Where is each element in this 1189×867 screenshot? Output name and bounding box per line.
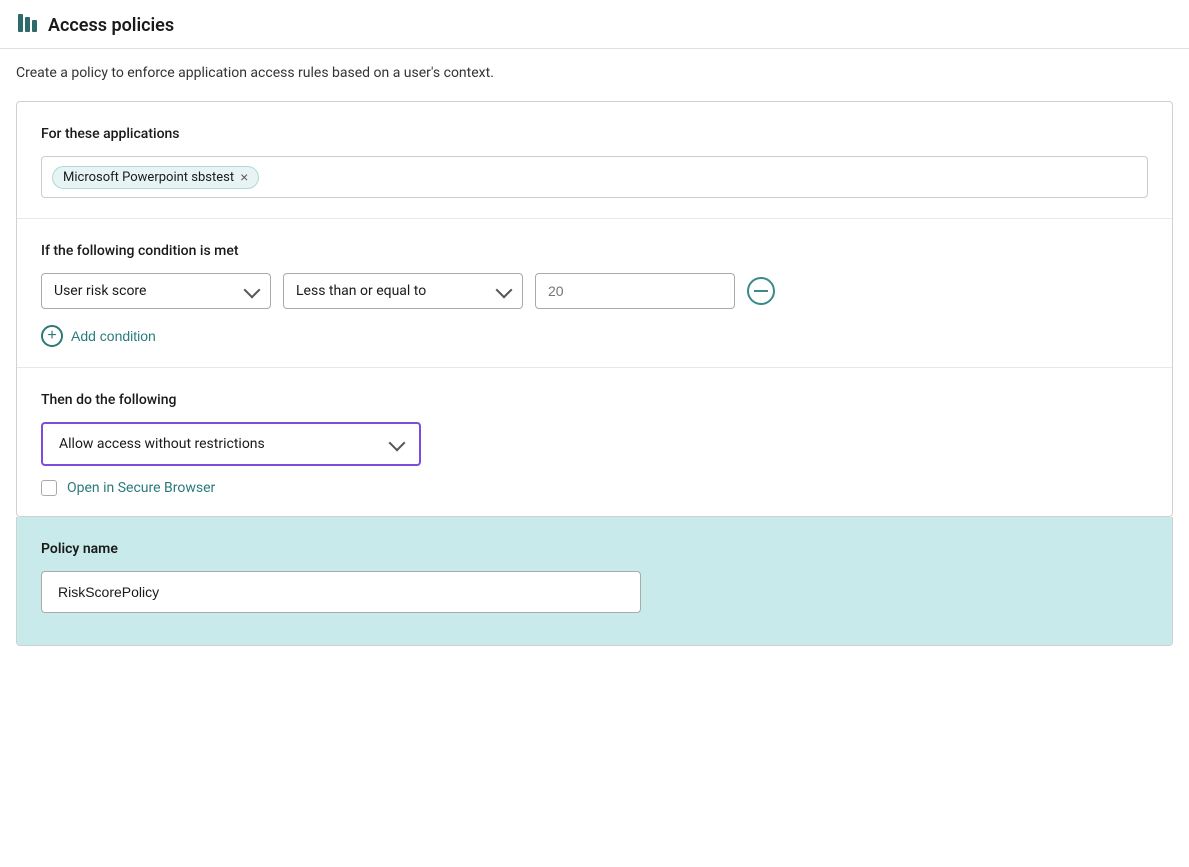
minus-icon xyxy=(754,290,768,292)
app-tag: Microsoft Powerpoint sbstest × xyxy=(52,166,259,189)
action-section: Then do the following Allow access witho… xyxy=(17,368,1172,516)
condition-type-dropdown[interactable]: User risk score xyxy=(41,273,271,309)
policy-name-input[interactable] xyxy=(41,571,641,613)
page-header: Access policies xyxy=(0,0,1189,49)
page-description: Create a policy to enforce application a… xyxy=(0,49,1189,101)
operator-chevron-icon xyxy=(496,281,513,298)
condition-type-value: User risk score xyxy=(54,283,146,299)
threshold-input[interactable] xyxy=(535,273,735,309)
secure-browser-label[interactable]: Open in Secure Browser xyxy=(67,480,215,496)
action-value: Allow access without restrictions xyxy=(59,436,265,452)
app-tag-remove-button[interactable]: × xyxy=(240,170,248,184)
app-tags-container[interactable]: Microsoft Powerpoint sbstest × xyxy=(41,156,1148,198)
policy-name-label: Policy name xyxy=(41,541,1148,557)
app-tag-name: Microsoft Powerpoint sbstest xyxy=(63,170,234,185)
secure-browser-checkbox[interactable] xyxy=(41,480,57,496)
add-condition-label: Add condition xyxy=(71,328,156,344)
policy-name-section: Policy name xyxy=(16,517,1173,646)
action-chevron-icon xyxy=(389,434,406,451)
add-condition-icon: + xyxy=(41,325,63,347)
condition-type-chevron-icon xyxy=(244,281,261,298)
condition-section: If the following condition is met User r… xyxy=(17,219,1172,368)
add-condition-button[interactable]: + Add condition xyxy=(41,325,156,347)
remove-condition-button[interactable] xyxy=(747,277,775,305)
page-title: Access policies xyxy=(48,15,174,36)
condition-row: User risk score Less than or equal to xyxy=(41,273,1148,309)
operator-value: Less than or equal to xyxy=(296,283,426,299)
action-dropdown[interactable]: Allow access without restrictions xyxy=(41,422,421,466)
policy-card: For these applications Microsoft Powerpo… xyxy=(16,101,1173,517)
applications-label: For these applications xyxy=(41,126,1148,142)
operator-dropdown[interactable]: Less than or equal to xyxy=(283,273,523,309)
action-label: Then do the following xyxy=(41,392,1148,408)
secure-browser-row: Open in Secure Browser xyxy=(41,480,1148,496)
condition-label: If the following condition is met xyxy=(41,243,1148,259)
applications-section: For these applications Microsoft Powerpo… xyxy=(17,102,1172,219)
access-policies-icon xyxy=(16,12,38,38)
